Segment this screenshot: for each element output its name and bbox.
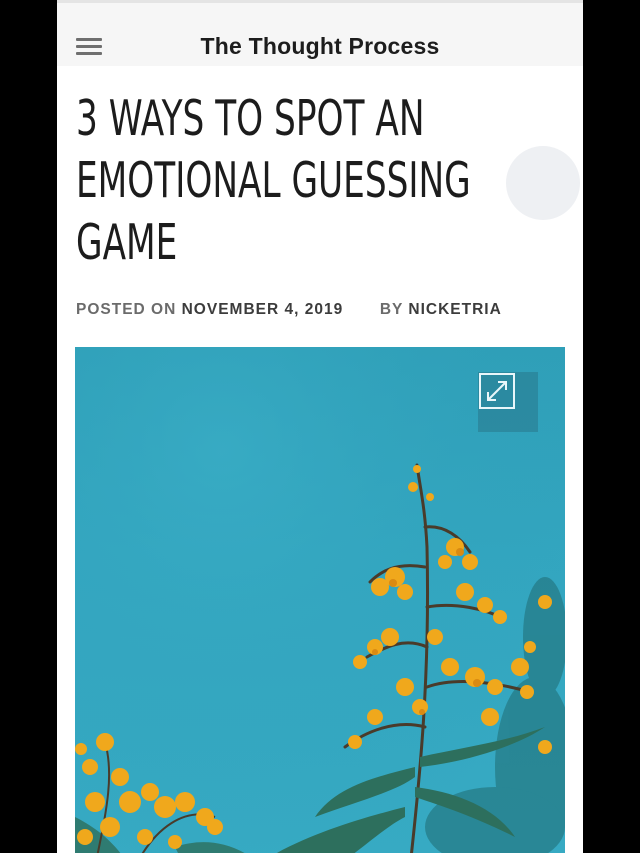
expand-arrows-icon (479, 373, 515, 409)
posted-on-label: POSTED ON (76, 301, 177, 318)
site-title[interactable]: The Thought Process (57, 33, 583, 60)
post-title: 3 WAYS TO SPOT AN EMOTIONAL GUESSING GAM… (76, 88, 510, 274)
post-date[interactable]: NOVEMBER 4, 2019 (182, 301, 344, 318)
post-author[interactable]: NICKETRIA (408, 301, 501, 318)
scroll-handle[interactable] (506, 146, 580, 220)
top-bar: The Thought Process (57, 0, 583, 66)
post-title-line: 3 WAYS TO SPOT AN (76, 90, 425, 147)
post-title-line: GAME (76, 214, 178, 271)
post-meta: POSTED ON NOVEMBER 4, 2019 BY NICKETRIA (76, 301, 502, 319)
expand-image-button[interactable] (478, 372, 538, 432)
page: The Thought Process 3 WAYS TO SPOT AN EM… (57, 0, 583, 853)
post-title-line: EMOTIONAL GUESSING (76, 152, 471, 209)
hero-image[interactable] (75, 347, 565, 853)
by-label: BY (379, 301, 404, 318)
